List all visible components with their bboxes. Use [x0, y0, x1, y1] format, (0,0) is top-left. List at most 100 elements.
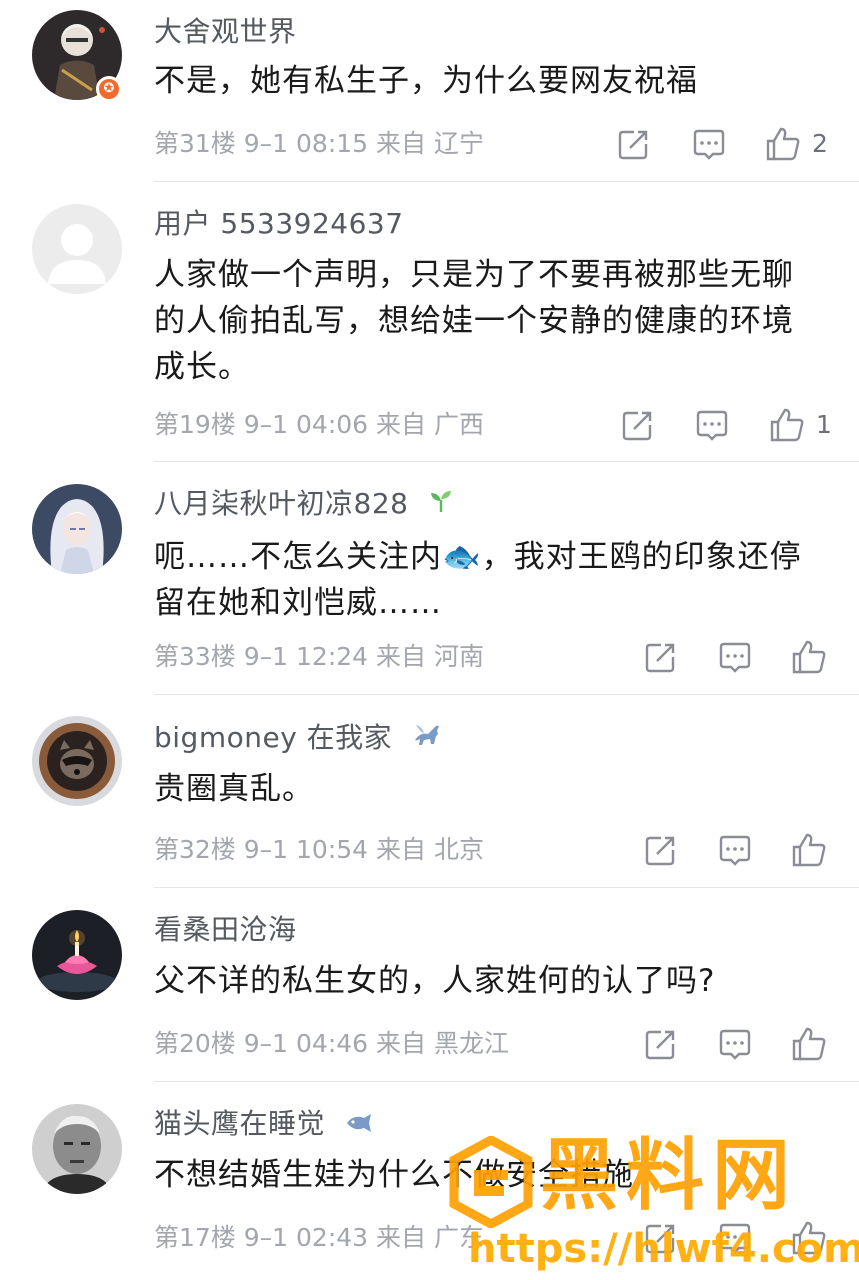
- share-button[interactable]: [614, 124, 654, 164]
- floor-number: 第32楼: [154, 835, 236, 864]
- comment-icon: [693, 129, 725, 160]
- comment-icon: [719, 1223, 751, 1254]
- like-button[interactable]: [789, 1024, 829, 1064]
- comment-location: 来自 广东: [376, 1223, 484, 1252]
- avatar[interactable]: [32, 1104, 122, 1194]
- like-count: 2: [812, 129, 828, 158]
- reply-button[interactable]: [715, 637, 755, 677]
- share-icon: [645, 1030, 675, 1060]
- comment-content: 贵圈真乱。: [154, 771, 314, 807]
- comment-icon: [696, 410, 728, 441]
- reply-button[interactable]: [715, 1218, 755, 1258]
- username-text: 猫头鹰在睡觉: [154, 1107, 326, 1140]
- username[interactable]: 大舍观世界: [154, 12, 297, 52]
- comment-time: 9–1 12:24: [243, 642, 369, 671]
- comment-meta: 第33楼 9–1 12:24 来自 河南: [154, 637, 484, 677]
- star-badge-icon: ✪: [96, 76, 122, 102]
- share-button[interactable]: [641, 637, 681, 677]
- comment-time: 9–1 04:46: [243, 1029, 369, 1058]
- elderly-man-photo-avatar-icon: [32, 1104, 122, 1194]
- comment-content: 父不详的私生女的，人家姓何的认了吗?: [154, 963, 716, 999]
- divider: [154, 181, 859, 182]
- comment-location: 来自 辽宁: [376, 129, 484, 158]
- raccoon-avatar-icon: [32, 716, 122, 806]
- pegasus-icon: [412, 719, 442, 759]
- username-text: 看桑田沧海: [154, 913, 297, 946]
- comment-location: 来自 河南: [376, 642, 484, 671]
- username[interactable]: 看桑田沧海: [154, 910, 297, 950]
- default-user-avatar-icon: [32, 204, 122, 294]
- comment-icon: [719, 642, 751, 673]
- username[interactable]: bigmoney 在我家: [154, 718, 442, 758]
- thumbs-up-icon: [792, 1027, 826, 1061]
- comment-meta: 第32楼 9–1 10:54 来自 北京: [154, 830, 484, 870]
- username-text: 大舍观世界: [154, 15, 297, 48]
- thumbs-up-icon: [766, 127, 800, 161]
- avatar[interactable]: [32, 716, 122, 806]
- avatar[interactable]: [32, 204, 122, 294]
- divider: [154, 887, 859, 888]
- share-icon: [645, 836, 675, 866]
- share-icon: [645, 643, 675, 673]
- comment-location: 来自 北京: [376, 835, 484, 864]
- share-icon: [622, 411, 652, 441]
- floor-number: 第31楼: [154, 129, 236, 158]
- like-button[interactable]: [789, 1218, 829, 1258]
- comment-icon: [719, 1029, 751, 1060]
- floor-number: 第17楼: [154, 1223, 236, 1252]
- comment-item: 看桑田沧海 父不详的私生女的，人家姓何的认了吗? 第20楼 9–1 04:46 …: [0, 900, 859, 1084]
- comment-content: 不想结婚生娃为什么不做安全措施: [154, 1157, 634, 1193]
- lotus-candle-avatar-icon: [32, 910, 122, 1000]
- like-count: 1: [816, 410, 832, 439]
- comment-meta: 第19楼 9–1 04:06 来自 广西: [154, 405, 484, 445]
- comment-content: 不是，她有私生子，为什么要网友祝福: [154, 63, 698, 99]
- thumbs-up-icon: [792, 1221, 826, 1255]
- like-button[interactable]: [789, 830, 829, 870]
- reply-button[interactable]: [715, 830, 755, 870]
- share-icon: [645, 1224, 675, 1254]
- anime-character-avatar-icon: [32, 484, 122, 574]
- comment-time: 9–1 10:54: [243, 835, 369, 864]
- comment-meta: 第20楼 9–1 04:46 来自 黑龙江: [154, 1024, 509, 1064]
- thumbs-up-icon: [792, 640, 826, 674]
- reply-button[interactable]: [692, 405, 732, 445]
- username[interactable]: 猫头鹰在睡觉: [154, 1104, 374, 1144]
- comment-item: bigmoney 在我家 贵圈真乱。 第32楼 9–1 10:54 来自 北京: [0, 706, 859, 890]
- username-text: bigmoney 在我家: [154, 721, 393, 754]
- like-button[interactable]: [767, 405, 807, 445]
- comment-content: 呃……不怎么关注内🐟，我对王鸥的印象还停 留在她和刘恺威……: [154, 539, 802, 621]
- comment-location: 来自 黑龙江: [376, 1029, 509, 1058]
- share-button[interactable]: [641, 830, 681, 870]
- divider: [154, 1081, 859, 1082]
- like-button[interactable]: [789, 637, 829, 677]
- divider: [154, 461, 859, 462]
- reply-button[interactable]: [689, 124, 729, 164]
- share-icon: [618, 130, 648, 160]
- comment-time: 9–1 02:43: [243, 1223, 369, 1252]
- comment-meta: 第17楼 9–1 02:43 来自 广东: [154, 1218, 484, 1258]
- comment-time: 9–1 08:15: [243, 129, 369, 158]
- fish-icon: [344, 1105, 374, 1145]
- comment-item: 八月柒秋叶初凉828 呃……不怎么关注内🐟，我对王鸥的印象还停 留在她和刘恺威……: [0, 474, 859, 696]
- like-button[interactable]: [763, 124, 803, 164]
- share-button[interactable]: [641, 1218, 681, 1258]
- username[interactable]: 用户 5533924637: [154, 204, 404, 244]
- comment-thread: ✪ 大舍观世界 不是，她有私生子，为什么要网友祝福 第31楼 9–1 08:15…: [0, 0, 859, 1280]
- thumbs-up-icon: [770, 408, 804, 442]
- floor-number: 第20楼: [154, 1029, 236, 1058]
- comment-icon: [719, 835, 751, 866]
- thumbs-up-icon: [792, 833, 826, 867]
- comment-item: 猫头鹰在睡觉 不想结婚生娃为什么不做安全措施 第17楼 9–1 02:43 来自…: [0, 1094, 859, 1280]
- share-button[interactable]: [641, 1024, 681, 1064]
- avatar[interactable]: [32, 910, 122, 1000]
- username[interactable]: 八月柒秋叶初凉828: [154, 484, 454, 524]
- reply-button[interactable]: [715, 1024, 755, 1064]
- username-text: 用户 5533924637: [154, 207, 404, 240]
- floor-number: 第33楼: [154, 642, 236, 671]
- avatar[interactable]: [32, 484, 122, 574]
- comment-time: 9–1 04:06: [243, 410, 369, 439]
- divider: [154, 694, 859, 695]
- sprout-icon: [428, 485, 454, 525]
- comment-content: 人家做一个声明，只是为了不要再被那些无聊 的人偷拍乱写，想给娃一个安静的健康的环…: [154, 257, 794, 385]
- share-button[interactable]: [618, 405, 658, 445]
